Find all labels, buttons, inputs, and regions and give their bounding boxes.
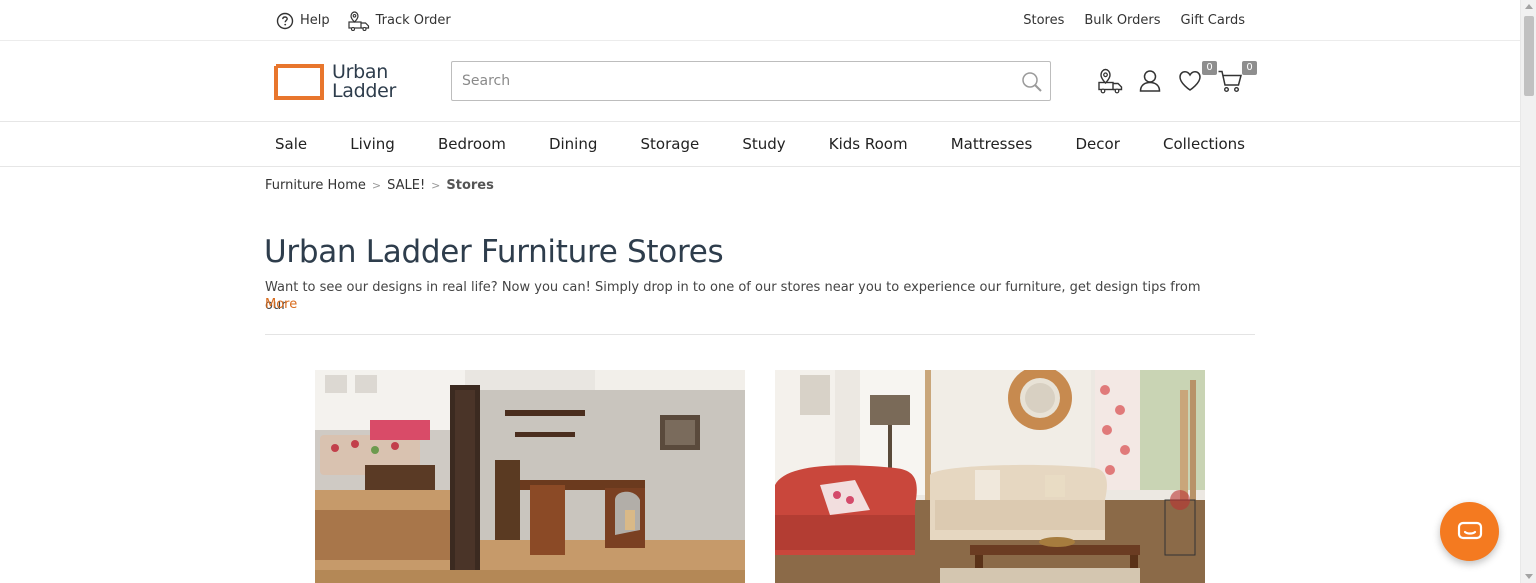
gift-cards-link[interactable]: Gift Cards [1181, 13, 1245, 28]
page-title: Urban Ladder Furniture Stores [264, 234, 724, 270]
nav-item-storage[interactable]: Storage [641, 135, 700, 153]
more-link[interactable]: More [265, 297, 297, 312]
location-truck-icon [1098, 68, 1123, 94]
bulk-orders-link[interactable]: Bulk Orders [1084, 13, 1160, 28]
nav-item-collections[interactable]: Collections [1163, 135, 1245, 153]
nav-item-kids-room[interactable]: Kids Room [829, 135, 908, 153]
help-icon [276, 12, 294, 29]
track-order-link[interactable]: Track Order [348, 10, 451, 31]
page: Help Track Order Stores Bulk Orders Gift… [0, 0, 1520, 583]
vertical-scrollbar[interactable] [1520, 0, 1536, 583]
logo-line-2: Ladder [332, 80, 397, 102]
track-order-label: Track Order [375, 13, 451, 28]
cart-icon [1218, 70, 1242, 93]
chat-bubble-icon [1457, 521, 1482, 539]
nav-item-bedroom[interactable]: Bedroom [438, 135, 506, 153]
help-label: Help [300, 13, 330, 28]
store-image-study-showroom[interactable] [315, 370, 745, 583]
breadcrumb-furniture-home[interactable]: Furniture Home [265, 178, 366, 193]
heart-icon [1179, 71, 1201, 91]
top-utility-bar: Help Track Order Stores Bulk Orders Gift… [0, 0, 1520, 41]
cart-button[interactable]: 0 [1217, 61, 1257, 94]
user-icon [1139, 70, 1161, 92]
nav-item-living[interactable]: Living [350, 135, 395, 153]
urban-ladder-logo[interactable]: Urban Ladder [274, 62, 409, 102]
breadcrumb-current: Stores [446, 178, 494, 193]
search-button[interactable] [1020, 70, 1044, 94]
wishlist-button[interactable]: 0 [1177, 61, 1217, 94]
breadcrumb: Furniture Home > SALE! > Stores [265, 178, 494, 193]
breadcrumb-sale[interactable]: SALE! [387, 178, 425, 193]
store-image-living-showroom[interactable] [775, 370, 1205, 583]
store-locator-button[interactable] [1097, 68, 1123, 94]
main-navigation: Sale Living Bedroom Dining Storage Study… [0, 122, 1520, 167]
scroll-down-arrow-icon[interactable] [1525, 574, 1533, 579]
nav-item-mattresses[interactable]: Mattresses [951, 135, 1033, 153]
nav-item-sale[interactable]: Sale [275, 135, 307, 153]
logo-mark-icon [274, 64, 324, 100]
account-button[interactable] [1137, 68, 1163, 94]
page-description: Want to see our designs in real life? No… [265, 280, 1201, 313]
nav-item-dining[interactable]: Dining [549, 135, 597, 153]
search-input[interactable] [452, 62, 1050, 100]
main-header: Urban Ladder Search 0 0 [0, 41, 1520, 122]
breadcrumb-separator: > [371, 179, 382, 192]
truck-icon [348, 10, 369, 31]
search-icon [1022, 72, 1042, 92]
section-divider [265, 334, 1255, 335]
nav-item-study[interactable]: Study [742, 135, 785, 153]
scroll-up-arrow-icon[interactable] [1525, 4, 1533, 9]
scrollbar-thumb[interactable] [1524, 16, 1534, 96]
header-icons: 0 0 [1097, 61, 1257, 94]
chat-button[interactable] [1440, 502, 1499, 561]
cart-count-badge: 0 [1242, 61, 1257, 75]
search-box [451, 61, 1051, 101]
help-link[interactable]: Help [276, 12, 330, 30]
breadcrumb-separator: > [431, 179, 441, 192]
nav-item-decor[interactable]: Decor [1075, 135, 1119, 153]
wishlist-count-badge: 0 [1202, 61, 1217, 75]
stores-link[interactable]: Stores [1023, 13, 1064, 28]
logo-text: Urban Ladder [332, 63, 396, 101]
